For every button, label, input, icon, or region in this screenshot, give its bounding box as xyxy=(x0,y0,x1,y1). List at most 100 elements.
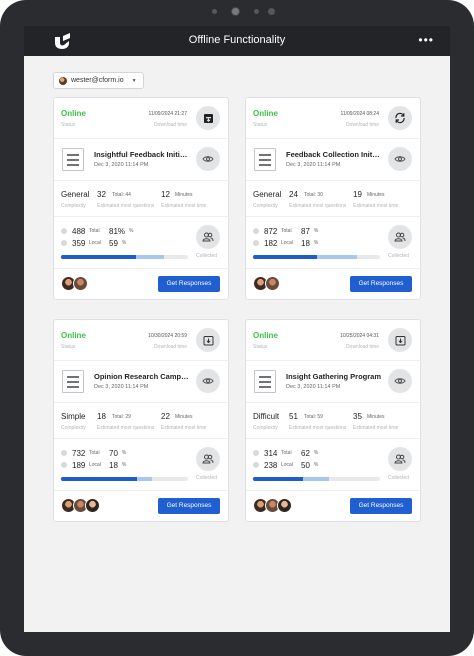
collected-button[interactable] xyxy=(196,225,220,249)
download-time: 11/09/2024 21:27 xyxy=(148,111,187,117)
form-date: Dec 3, 2020 11:14 PM xyxy=(286,162,341,168)
status-caption: Status xyxy=(61,122,76,128)
download-time: 10/30/2024 20:59 xyxy=(148,333,187,339)
progress-local-fill xyxy=(61,255,136,259)
form-title[interactable]: Insight Gathering Program xyxy=(286,372,381,381)
preview-button[interactable] xyxy=(196,369,220,393)
collaborator-avatars xyxy=(253,498,292,514)
divider xyxy=(246,216,422,217)
percent-symbol: % xyxy=(129,228,134,234)
more-horizontal-icon[interactable]: ••• xyxy=(418,33,434,47)
stat-dot xyxy=(61,450,67,456)
avatar xyxy=(277,498,292,513)
avatar xyxy=(265,276,280,291)
total-stat-row: 314 Total 62 % xyxy=(253,448,318,458)
complexity-caption: Complexity xyxy=(253,203,278,209)
complexity-caption: Complexity xyxy=(253,425,278,431)
stat-dot xyxy=(61,228,67,234)
local-percent: 50 xyxy=(301,460,310,470)
card-action-button[interactable] xyxy=(388,106,412,130)
minutes-value: 12 xyxy=(161,190,170,199)
sync-icon xyxy=(395,112,405,124)
total-label: Total xyxy=(89,450,100,456)
collected-button[interactable] xyxy=(388,225,412,249)
form-title[interactable]: Opinion Research Campaign xyxy=(94,372,189,381)
complexity-value: Difficult xyxy=(253,412,280,421)
status-label: Online xyxy=(253,331,278,340)
divider xyxy=(246,268,422,269)
download-time: 11/09/2024 08:24 xyxy=(340,111,379,117)
local-label: Local xyxy=(281,462,293,468)
card-action-button[interactable] xyxy=(388,328,412,352)
preview-button[interactable] xyxy=(388,147,412,171)
collection-progress-bar xyxy=(61,477,188,481)
local-count: 189 xyxy=(72,460,86,470)
minutes-label: Minutes xyxy=(367,414,385,420)
page-title: Offline Functionality xyxy=(188,34,286,46)
status-label: Online xyxy=(61,109,86,118)
collected-button[interactable] xyxy=(388,447,412,471)
form-date: Dec 3, 2020 11:14 PM xyxy=(94,384,149,390)
stat-dot xyxy=(253,240,259,246)
form-title[interactable]: Insightful Feedback Initiative xyxy=(94,150,189,159)
get-responses-button[interactable]: Get Responses xyxy=(350,498,412,514)
questions-caption: Estimated most questions xyxy=(289,203,347,209)
total-count: 732 xyxy=(72,448,86,458)
archive-icon xyxy=(203,113,213,123)
account-selector[interactable]: wester@cform.io ▼ xyxy=(53,72,144,89)
complexity-value: Simple xyxy=(61,412,86,421)
percent-symbol: % xyxy=(313,228,319,234)
form-title[interactable]: Feedback Collection Initiative xyxy=(286,150,381,159)
total-count: 872 xyxy=(264,226,278,236)
minutes-caption: Estimated most time xyxy=(161,203,207,209)
total-label: Total xyxy=(281,450,292,456)
preview-button[interactable] xyxy=(196,147,220,171)
status-caption: Status xyxy=(253,344,268,350)
form-document-icon xyxy=(254,148,276,171)
divider xyxy=(54,268,230,269)
local-percent: 18 xyxy=(109,460,118,470)
divider xyxy=(246,402,422,403)
complexity-caption: Complexity xyxy=(61,203,86,209)
form-card: Online Status 10/30/2024 20:59 Download … xyxy=(53,319,230,522)
total-stat-row: 872 Total 87 % xyxy=(253,226,318,236)
get-responses-button[interactable]: Get Responses xyxy=(350,276,412,292)
collection-progress-bar xyxy=(253,477,380,481)
form-date: Dec 3, 2020 11:14 PM xyxy=(286,384,341,390)
collected-button[interactable] xyxy=(196,447,220,471)
top-bar: Offline Functionality ••• xyxy=(24,26,450,56)
progress-local-fill xyxy=(61,477,137,481)
minutes-label: Minutes xyxy=(175,192,193,198)
users-icon xyxy=(202,454,214,464)
local-stat-row: 359 Local 59 % xyxy=(61,238,126,248)
progress-local-fill xyxy=(253,255,317,259)
download-time-caption: Download time xyxy=(153,344,187,350)
questions-caption: Estimated most questions xyxy=(289,425,347,431)
minutes-value: 19 xyxy=(353,190,362,199)
questions-value: 24 xyxy=(289,190,298,199)
download-time-caption: Download time xyxy=(345,344,379,350)
minutes-value: 22 xyxy=(161,412,170,421)
preview-button[interactable] xyxy=(388,369,412,393)
minutes-caption: Estimated most time xyxy=(353,203,399,209)
avatar xyxy=(73,276,88,291)
download-icon xyxy=(395,335,405,345)
collaborator-avatars xyxy=(61,498,100,514)
local-stat-row: 189 Local 18 % xyxy=(61,460,126,470)
get-responses-button[interactable]: Get Responses xyxy=(158,498,220,514)
questions-caption: Estimated most questions xyxy=(97,425,155,431)
form-document-icon xyxy=(62,148,84,171)
sensor-dot xyxy=(212,9,217,14)
collaborator-avatars xyxy=(253,276,280,292)
card-action-button[interactable] xyxy=(196,328,220,352)
progress-local-fill xyxy=(253,477,303,481)
card-action-button[interactable] xyxy=(196,106,220,130)
download-time-caption: Download time xyxy=(153,122,187,128)
total-stat-row: 488 Total 81% % xyxy=(61,226,133,236)
stat-dot xyxy=(61,462,67,468)
local-count: 182 xyxy=(264,238,278,248)
get-responses-button[interactable]: Get Responses xyxy=(158,276,220,292)
eye-icon xyxy=(202,156,214,162)
stat-dot xyxy=(61,240,67,246)
divider xyxy=(54,180,230,181)
